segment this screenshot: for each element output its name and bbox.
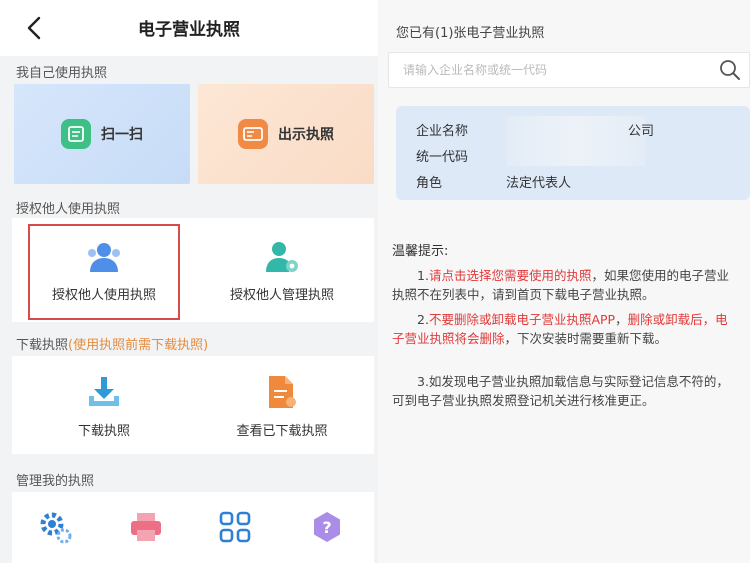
company-name-suffix: 公司 xyxy=(628,124,655,139)
help-icon: ? xyxy=(314,512,340,542)
svg-text:?: ? xyxy=(322,518,331,537)
scan-icon xyxy=(61,119,91,149)
printer-icon xyxy=(131,513,161,541)
show-license-button[interactable]: 出示执照 xyxy=(198,84,374,184)
page-title: 电子营业执照 xyxy=(138,20,240,40)
view-downloaded-button[interactable]: 查看已下载执照 xyxy=(202,374,362,439)
tip-2: 2.不要删除或卸载电子营业执照APP，删除或卸载后，电子营业执照将会删除，下次安… xyxy=(392,310,736,348)
license-home-screen: 电子营业执照 我自己使用执照 扫一扫 出示执照 授权他人使用执照 授权他人使用执… xyxy=(0,0,378,563)
tip-2-highlight-1: 不要删除或卸载电子营业执照APP xyxy=(428,312,616,327)
section-authorize: 授权他人使用执照 xyxy=(16,202,121,217)
print-button[interactable] xyxy=(128,510,164,544)
download-license-button[interactable]: 下载执照 xyxy=(28,374,180,439)
scan-button[interactable]: 扫一扫 xyxy=(14,84,190,184)
authorize-manage-button[interactable]: 授权他人管理执照 xyxy=(202,240,362,303)
apps-button[interactable] xyxy=(218,510,252,544)
license-card-icon xyxy=(238,119,268,149)
help-button[interactable]: ? xyxy=(310,510,344,544)
show-license-label: 出示执照 xyxy=(278,127,334,143)
scan-label: 扫一扫 xyxy=(101,127,143,143)
role-value: 法定代表人 xyxy=(506,176,572,191)
document-icon xyxy=(269,376,296,408)
authorize-manage-label: 授权他人管理执照 xyxy=(229,288,334,303)
download-icon xyxy=(89,377,119,406)
grid-icon xyxy=(219,511,251,543)
screenshot-root: 电子营业执照 我自己使用执照 扫一扫 出示执照 授权他人使用执照 授权他人使用执… xyxy=(0,0,750,563)
search-input[interactable] xyxy=(403,53,703,87)
tip-1-highlight: 请点击选择您需要使用的执照 xyxy=(428,268,592,283)
tip-2-text: ，下次安装时需要重新下载。 xyxy=(504,331,668,346)
section-download-title: 下载执照 xyxy=(16,338,69,353)
download-note: (使用执照前需下载执照) xyxy=(68,338,209,353)
tip-1-prefix: 1. xyxy=(417,268,429,283)
download-license-label: 下载执照 xyxy=(77,424,130,439)
download-panel: 下载执照 查看已下载执照 xyxy=(12,356,374,454)
authorize-use-button[interactable]: 授权他人使用执照 xyxy=(28,240,180,303)
license-count-text: 您已有(1)张电子营业执照 xyxy=(396,26,545,41)
authorize-use-label: 授权他人使用执照 xyxy=(51,288,156,303)
authorize-panel: 授权他人使用执照 授权他人管理执照 xyxy=(12,218,374,322)
manage-settings-button[interactable] xyxy=(38,510,72,544)
manage-panel: ? xyxy=(12,492,374,563)
section-manage: 管理我的执照 xyxy=(16,474,95,489)
top-nav-bar: 电子营业执照 xyxy=(0,0,378,56)
section-self-use: 我自己使用执照 xyxy=(16,66,108,81)
search-icon[interactable] xyxy=(719,59,741,81)
unified-code-label: 统一代码 xyxy=(416,150,469,165)
tip-3: 3.如发现电子营业执照加载信息与实际登记信息不符的，可到电子营业执照发照登记机关… xyxy=(392,374,729,408)
people-icon xyxy=(88,243,120,272)
tip-2-sep: ， xyxy=(615,312,628,327)
section-download: 下载执照(使用执照前需下载执照) xyxy=(16,334,208,353)
person-gear-icon xyxy=(266,242,298,272)
gear-icon xyxy=(40,512,72,544)
tip-2-prefix: 2. xyxy=(417,312,429,327)
tip-1: 1.请点击选择您需要使用的执照，如果您使用的电子营业执照不在列表中，请到首页下载… xyxy=(392,266,736,304)
license-list-screen: 您已有(1)张电子营业执照 企业名称 公司 统一代码 角色 法定代表人 温馨提示… xyxy=(378,0,750,563)
redacted-info xyxy=(506,116,646,166)
role-label: 角色 xyxy=(416,176,443,191)
company-name-label: 企业名称 xyxy=(416,124,469,139)
view-downloaded-label: 查看已下载执照 xyxy=(236,424,328,439)
search-bar xyxy=(388,52,750,88)
tips-title: 温馨提示: xyxy=(392,244,449,259)
license-card[interactable]: 企业名称 公司 统一代码 角色 法定代表人 xyxy=(396,106,750,200)
